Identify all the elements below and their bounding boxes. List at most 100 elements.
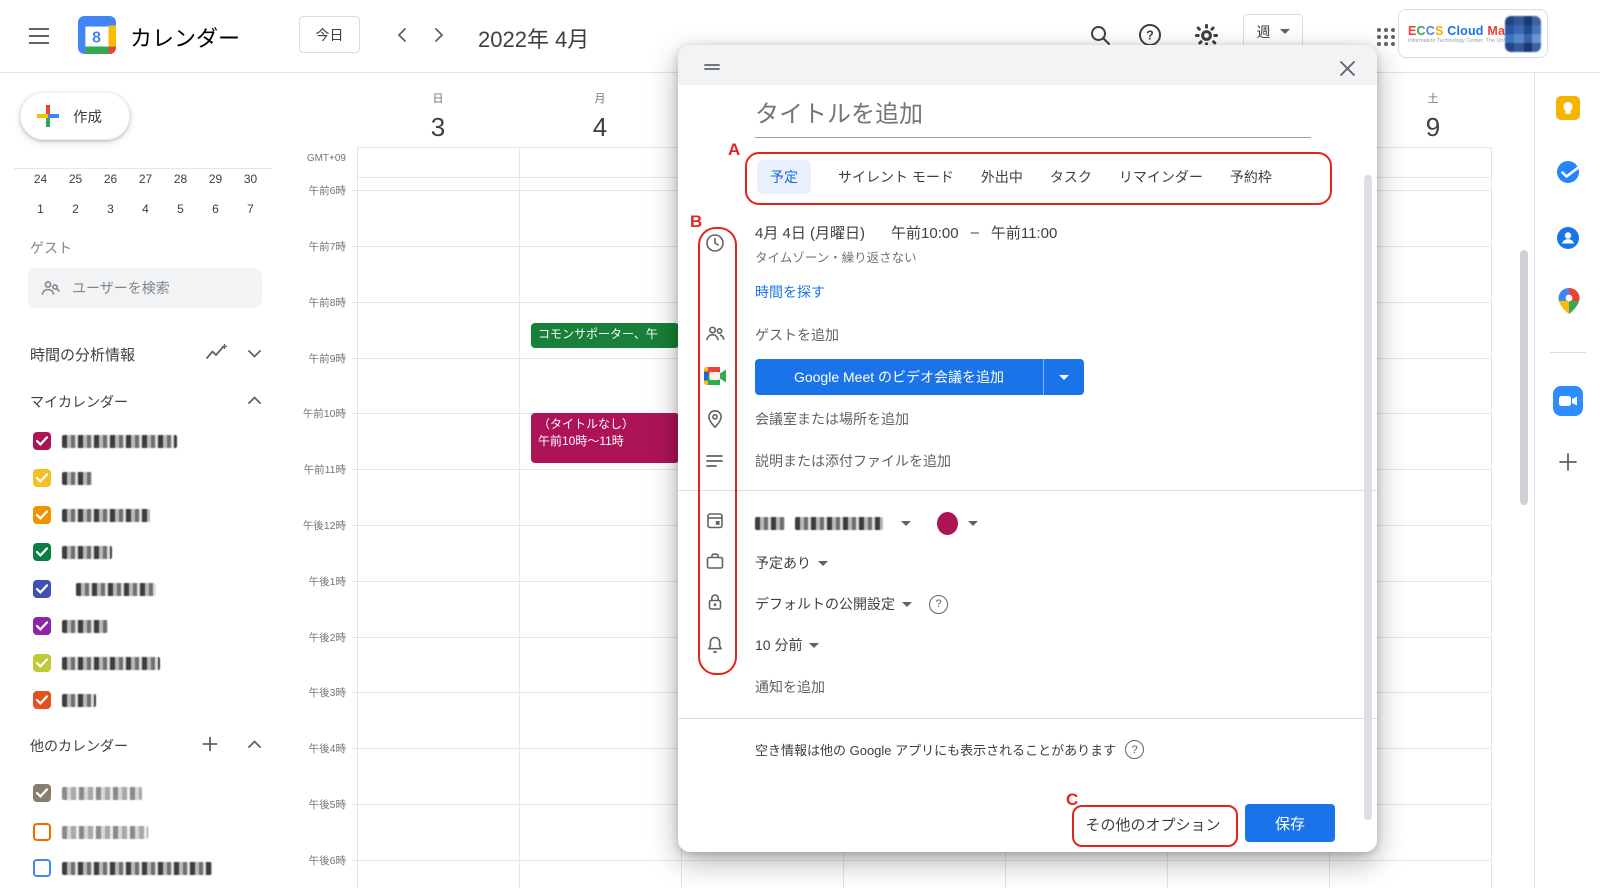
tab-event[interactable]: 予定 xyxy=(757,160,811,194)
tab-reminder[interactable]: リマインダー xyxy=(1119,167,1203,187)
dialog-scrollbar[interactable] xyxy=(1364,175,1372,820)
datetime-row[interactable]: 4月 4日 (月曜日) 午前10:00 – 午前11:00 xyxy=(755,222,1057,243)
tab-appointment-slots[interactable]: 予約枠 xyxy=(1230,167,1272,187)
mini-calendar-date[interactable]: 7 xyxy=(233,202,268,216)
maps-icon[interactable] xyxy=(1558,288,1580,314)
tasks-icon[interactable] xyxy=(1556,160,1580,184)
calendar-event[interactable]: コモンサポーター、午 xyxy=(531,323,679,348)
event-end-time[interactable]: 午前11:00 xyxy=(991,222,1057,243)
chevron-down-icon[interactable] xyxy=(968,521,978,526)
visibility-row[interactable]: デフォルトの公開設定 ? xyxy=(755,594,948,614)
next-period-icon[interactable] xyxy=(425,21,453,49)
calendar-checkbox-checked[interactable] xyxy=(33,543,51,561)
event-color-dot[interactable] xyxy=(937,512,958,535)
mini-calendar-date[interactable]: 4 xyxy=(128,202,163,216)
busy-status-row[interactable]: 予定あり xyxy=(755,553,828,573)
busy-status-value[interactable]: 予定あり xyxy=(755,553,811,573)
mini-calendar-date[interactable]: 6 xyxy=(198,202,233,216)
mini-calendar-date[interactable]: 28 xyxy=(163,172,198,186)
create-button[interactable]: 作成 xyxy=(20,92,130,140)
find-a-time-link[interactable]: 時間を探す xyxy=(755,282,825,302)
calendar-checkbox-checked[interactable] xyxy=(33,432,51,450)
add-guests-field[interactable]: ゲストを追加 xyxy=(755,325,839,345)
calendar-checkbox-checked[interactable] xyxy=(33,469,51,487)
account-brand-card[interactable]: ECCS Cloud Mail Information Technology C… xyxy=(1398,9,1548,58)
day-number[interactable]: 9 xyxy=(1393,112,1473,143)
reminder-value[interactable]: 10 分前 xyxy=(755,635,802,655)
zoom-icon[interactable] xyxy=(1553,386,1583,416)
calendar-checkbox-checked[interactable] xyxy=(33,691,51,709)
mini-calendar-date[interactable]: 29 xyxy=(198,172,233,186)
calendar-owner-row[interactable] xyxy=(755,512,978,535)
footer-help-icon[interactable]: ? xyxy=(1125,740,1144,759)
my-calendar-item[interactable] xyxy=(33,580,156,598)
mini-calendar-date[interactable]: 2 xyxy=(58,202,93,216)
my-calendar-item[interactable] xyxy=(33,543,112,561)
mini-calendar-date[interactable]: 26 xyxy=(93,172,128,186)
event-title-input[interactable] xyxy=(755,101,1311,138)
dialog-drag-bar[interactable] xyxy=(678,45,1377,85)
calendar-event-selected[interactable]: （タイトルなし） 午前10時〜11時 xyxy=(531,413,679,463)
drag-handle-icon[interactable] xyxy=(704,59,720,77)
other-calendar-item[interactable] xyxy=(33,859,212,877)
other-calendar-item[interactable] xyxy=(33,784,142,802)
visibility-help-icon[interactable]: ? xyxy=(929,595,948,614)
my-calendar-item[interactable] xyxy=(33,506,150,524)
add-panel-app-icon[interactable] xyxy=(1556,450,1580,474)
hamburger-menu-icon[interactable] xyxy=(26,24,52,48)
calendar-checkbox-checked[interactable] xyxy=(33,506,51,524)
account-avatar[interactable] xyxy=(1505,16,1541,52)
my-calendars-chevron-up-icon[interactable] xyxy=(242,388,266,412)
mini-calendar-date[interactable]: 3 xyxy=(93,202,128,216)
event-start-time[interactable]: 午前10:00 xyxy=(891,222,959,243)
insights-chevron-down-icon[interactable] xyxy=(242,342,266,366)
calendar-checkbox-checked[interactable] xyxy=(33,654,51,672)
save-button[interactable]: 保存 xyxy=(1245,804,1335,842)
calendar-checkbox-unchecked[interactable] xyxy=(33,859,51,877)
my-calendar-item[interactable] xyxy=(33,654,160,672)
add-other-calendar-icon[interactable] xyxy=(198,732,222,756)
my-calendar-item[interactable] xyxy=(33,469,92,487)
calendar-checkbox-checked[interactable] xyxy=(33,580,51,598)
mini-calendar-date[interactable]: 1 xyxy=(23,202,58,216)
apps-grid-icon[interactable] xyxy=(1373,24,1399,50)
day-number[interactable]: 4 xyxy=(560,112,640,143)
add-location-field[interactable]: 会議室または場所を追加 xyxy=(755,409,909,429)
my-calendar-item[interactable] xyxy=(33,617,108,635)
other-calendars-chevron-up-icon[interactable] xyxy=(242,732,266,756)
view-selector-dropdown[interactable]: 週 xyxy=(1243,14,1303,49)
meet-options-dropdown[interactable] xyxy=(1043,359,1084,395)
other-calendar-item[interactable] xyxy=(33,823,148,841)
keep-icon[interactable] xyxy=(1556,96,1580,120)
day-number[interactable]: 3 xyxy=(398,112,478,143)
visibility-value[interactable]: デフォルトの公開設定 xyxy=(755,594,895,614)
my-calendar-item[interactable] xyxy=(33,691,96,709)
calendar-checkbox-checked[interactable] xyxy=(33,784,51,802)
add-meet-button[interactable]: Google Meet のビデオ会議を追加 xyxy=(755,359,1043,395)
event-date[interactable]: 4月 4日 (月曜日) xyxy=(755,222,865,243)
guest-search-input[interactable] xyxy=(70,279,234,297)
tab-out-of-office[interactable]: 外出中 xyxy=(981,167,1023,187)
mini-calendar-date[interactable]: 5 xyxy=(163,202,198,216)
add-description-field[interactable]: 説明または添付ファイルを追加 xyxy=(755,451,951,471)
timezone-recurrence-subtext[interactable]: タイムゾーン・繰り返さない xyxy=(755,247,917,266)
calendar-checkbox-checked[interactable] xyxy=(33,617,51,635)
reminder-row[interactable]: 10 分前 xyxy=(755,635,819,655)
guest-search-box[interactable] xyxy=(28,268,262,308)
chevron-down-icon[interactable] xyxy=(901,521,911,526)
tab-focus-time[interactable]: サイレント モード xyxy=(838,167,954,187)
more-options-button[interactable]: その他のオプション xyxy=(1074,807,1232,841)
add-notification-link[interactable]: 通知を追加 xyxy=(755,677,825,697)
mini-calendar-date[interactable]: 24 xyxy=(23,172,58,186)
calendar-checkbox-unchecked[interactable] xyxy=(33,823,51,841)
main-scrollbar[interactable] xyxy=(1520,250,1528,505)
tab-task[interactable]: タスク xyxy=(1050,167,1092,187)
close-icon[interactable] xyxy=(1335,56,1359,80)
my-calendar-item[interactable] xyxy=(33,432,177,450)
mini-calendar-date[interactable]: 25 xyxy=(58,172,93,186)
prev-period-icon[interactable] xyxy=(388,21,416,49)
contacts-icon[interactable] xyxy=(1556,226,1580,250)
today-button[interactable]: 今日 xyxy=(299,16,360,53)
mini-calendar-date[interactable]: 27 xyxy=(128,172,163,186)
mini-calendar-date[interactable]: 30 xyxy=(233,172,268,186)
